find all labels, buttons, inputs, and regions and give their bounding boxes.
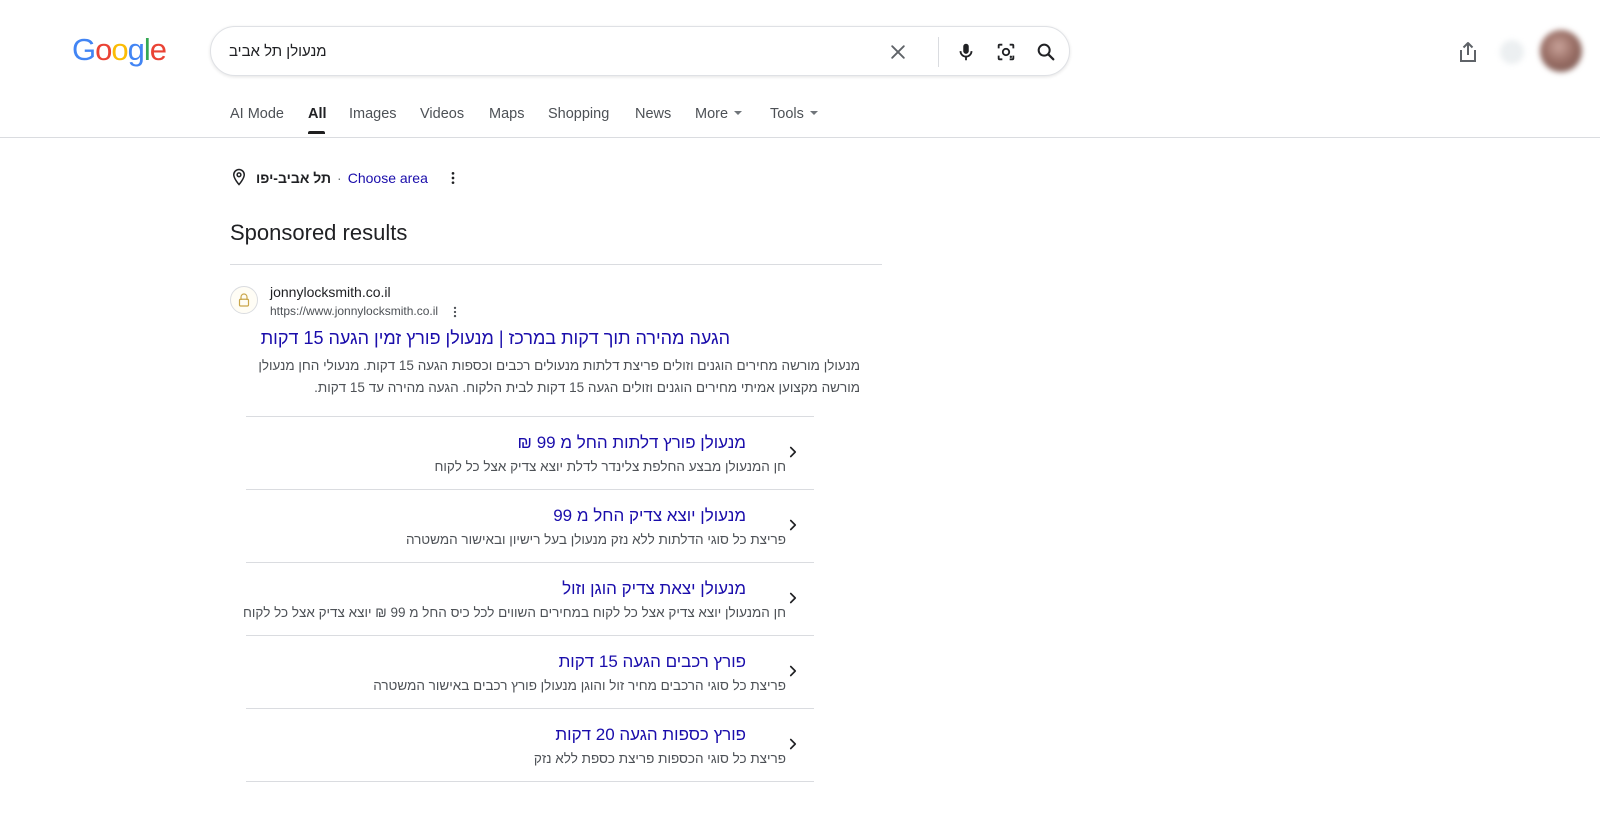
sitelink-title[interactable]: מנעולן יוצא צדיק החל מ 99 — [246, 506, 746, 526]
sitelink-item[interactable]: פורץ כספות הגעה 20 דקות פריצת כל סוגי הכ… — [246, 708, 814, 782]
tab-news[interactable]: News — [635, 106, 671, 122]
logo-letter-o2: o — [111, 32, 128, 67]
tab-more[interactable]: More — [695, 106, 743, 122]
ad-title-link[interactable]: הגעה מהירה תוך דקות במרכז | מנעולן פורץ … — [230, 328, 730, 349]
sponsored-heading: Sponsored results — [230, 220, 408, 245]
sitelink-title[interactable]: מנעולן יצאת צדיק הוגן וזול — [246, 579, 746, 599]
sitelink-item[interactable]: מנעולן יצאת צדיק הוגן וזול חן המנעולן יו… — [242, 562, 814, 635]
sitelink-description: פריצת כל סוגי הרכבים מחיר זול והוגן מנעו… — [373, 678, 786, 693]
logo-letter-g1: G — [72, 32, 96, 67]
chevron-down-icon — [809, 111, 818, 116]
search-box — [210, 26, 1070, 76]
apps-icon[interactable] — [1500, 40, 1524, 64]
tab-ai-mode[interactable]: AI Mode — [230, 106, 284, 122]
sitelink-title[interactable]: מנעולן פורץ דלתות החל מ 99 ₪ — [246, 433, 746, 453]
more-vert-icon[interactable] — [444, 169, 462, 187]
google-logo[interactable]: Google — [72, 32, 167, 67]
ad-site-url[interactable]: https://www.jonnylocksmith.co.il — [270, 304, 438, 318]
chevron-right-icon — [789, 665, 797, 677]
chevron-right-icon — [789, 446, 797, 458]
logo-letter-e: e — [149, 32, 167, 67]
location-separator: · — [337, 170, 342, 186]
tab-all[interactable]: All — [308, 106, 327, 122]
sitelink-item[interactable]: פורץ רכבים הגעה 15 דקות פריצת כל סוגי הר… — [246, 635, 814, 708]
ad-description: מנעולן מורשה מחירים הוגנים וזולים פריצת … — [258, 358, 860, 395]
more-vert-icon[interactable] — [446, 303, 464, 321]
logo-letter-g2: g — [127, 32, 145, 67]
choose-area-link[interactable]: Choose area — [348, 170, 428, 186]
chevron-right-icon — [789, 738, 797, 750]
search-divider — [938, 37, 939, 67]
sitelink-description: חן המנעולן יוצא צדיק אצל כל לקוח במחירים… — [242, 605, 786, 620]
sitelink-description: חן המנעולן מבצע החלפת צלינדר לדלת יוצא צ… — [434, 459, 786, 474]
sitelink-description: פריצת כל סוגי הכספות פריצת כספת ללא נזק — [533, 751, 786, 766]
sitelink-title[interactable]: פורץ כספות הגעה 20 דקות — [246, 725, 746, 745]
avatar[interactable] — [1540, 30, 1582, 72]
tab-shopping[interactable]: Shopping — [548, 106, 609, 122]
close-icon[interactable] — [885, 39, 911, 65]
location-row: תל אביב-יפו · Choose area — [230, 168, 462, 188]
tab-tools-label: Tools — [770, 106, 804, 122]
logo-letter-o1: o — [95, 32, 112, 67]
ad-site-name[interactable]: jonnylocksmith.co.il — [270, 284, 391, 300]
tab-more-label: More — [695, 106, 729, 122]
search-input[interactable] — [229, 37, 849, 65]
sitelink-item[interactable]: מנעולן פורץ דלתות החל מ 99 ₪ חן המנעולן … — [246, 416, 814, 489]
sitelink-item[interactable]: מנעולן יוצא צדיק החל מ 99 פריצת כל סוגי … — [246, 489, 814, 562]
sitelink-title[interactable]: פורץ רכבים הגעה 15 דקות — [246, 652, 746, 672]
location-pin-icon — [230, 168, 248, 189]
chevron-right-icon — [789, 519, 797, 531]
active-tab-indicator — [308, 131, 325, 134]
share-icon[interactable] — [1456, 40, 1480, 64]
tab-maps[interactable]: Maps — [489, 106, 524, 122]
tab-images[interactable]: Images — [349, 106, 397, 122]
location-name: תל אביב-יפו — [256, 170, 332, 186]
tab-videos[interactable]: Videos — [420, 106, 464, 122]
microphone-icon[interactable] — [953, 39, 979, 65]
ad-sitelinks: מנעולן פורץ דלתות החל מ 99 ₪ חן המנעולן … — [242, 416, 814, 782]
chevron-down-icon — [734, 111, 743, 116]
header-divider — [0, 137, 1600, 138]
search-icon[interactable] — [1033, 39, 1059, 65]
site-favicon[interactable] — [230, 286, 258, 314]
chevron-right-icon — [789, 592, 797, 604]
camera-lens-icon[interactable] — [993, 39, 1019, 65]
sponsored-divider — [230, 264, 882, 265]
sitelink-description: פריצת כל סוגי הדלתות ללא נזק מנעולן בעל … — [405, 532, 786, 547]
tab-tools[interactable]: Tools — [770, 106, 818, 122]
